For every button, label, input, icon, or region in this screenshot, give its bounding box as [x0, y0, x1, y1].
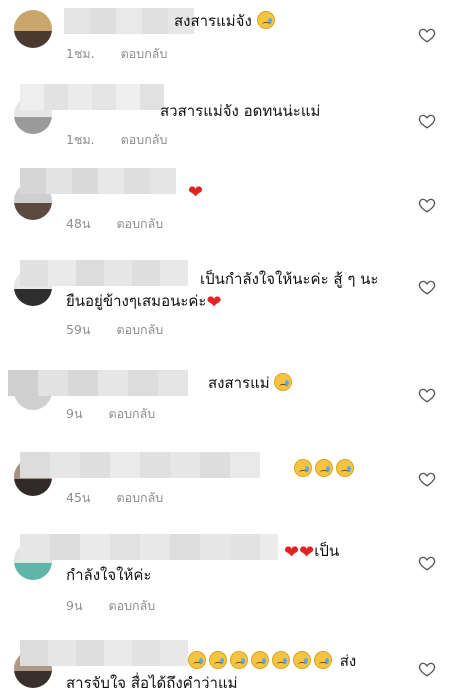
reply-button[interactable]: ตอบกลับ: [116, 322, 163, 337]
crying-face-icon: [336, 459, 354, 477]
reply-button[interactable]: ตอบกลับ: [116, 490, 163, 505]
blurred-username[interactable]: [20, 640, 188, 666]
comment-text: ❤: [188, 178, 203, 206]
comment-meta: 9น ตอบกลับ: [66, 404, 155, 424]
heart-outline-icon[interactable]: [418, 278, 436, 296]
comment-meta: 45น ตอบกลับ: [66, 488, 163, 508]
crying-face-icon: [188, 651, 206, 669]
blurred-username[interactable]: [20, 452, 260, 478]
crying-face-icon: [251, 651, 269, 669]
reply-button[interactable]: ตอบกลับ: [109, 406, 156, 421]
crying-face-icon: [209, 651, 227, 669]
crying-face-icon: [256, 11, 275, 29]
comment-text-line2: ยืนอยู่ข้างๆเสมอนะค่ะ❤: [66, 292, 222, 313]
crying-face-icon: [294, 459, 312, 477]
red-heart-icon: ❤: [206, 292, 222, 313]
red-heart-icon: ❤: [188, 182, 204, 203]
comment-text: ❤❤เป็น: [284, 542, 340, 563]
timestamp: 9น: [66, 598, 83, 613]
red-heart-icon: ❤: [299, 542, 315, 563]
comment-text-line2: กำลังใจให้ค่ะ: [66, 566, 152, 584]
timestamp: 45น: [66, 490, 91, 505]
comment-text: สวสารแม่จัง อดทนน่ะแม่: [160, 102, 321, 120]
reply-button[interactable]: ตอบกลับ: [121, 132, 168, 147]
reply-button[interactable]: ตอบกลับ: [121, 46, 168, 61]
comment-meta: 48น ตอบกลับ: [66, 214, 163, 234]
heart-outline-icon[interactable]: [418, 554, 436, 572]
timestamp: 48น: [66, 216, 91, 231]
crying-face-icon: [293, 651, 311, 669]
comment-text: สงสารแม่จัง: [174, 8, 278, 34]
reply-button[interactable]: ตอบกลับ: [109, 598, 156, 613]
comment-meta: 9น ตอบกลับ: [66, 596, 155, 616]
crying-face-icon: [272, 651, 290, 669]
blurred-username[interactable]: [20, 168, 176, 194]
blurred-username[interactable]: [20, 260, 188, 286]
blurred-username[interactable]: [20, 84, 164, 110]
reply-button[interactable]: ตอบกลับ: [116, 216, 163, 231]
heart-outline-icon[interactable]: [418, 386, 436, 404]
timestamp: 1ชม.: [66, 132, 95, 147]
crying-face-icon: [274, 373, 293, 391]
comment-meta: 59น ตอบกลับ: [66, 320, 163, 340]
red-heart-icon: ❤: [284, 542, 300, 563]
crying-face-icon: [315, 459, 333, 477]
heart-outline-icon[interactable]: [418, 112, 436, 130]
crying-face-icon: [230, 651, 248, 669]
timestamp: 59น: [66, 322, 91, 337]
comment-text: [294, 456, 357, 482]
avatar[interactable]: [14, 10, 52, 48]
blurred-username[interactable]: [8, 370, 188, 396]
comment-text: เป็นกำลังใจให้นะค่ะ สู้ ๆ นะ: [200, 270, 379, 288]
heart-outline-icon[interactable]: [418, 660, 436, 678]
crying-face-icon: [314, 651, 332, 669]
heart-outline-icon[interactable]: [418, 196, 436, 214]
timestamp: 1ชม.: [66, 46, 95, 61]
heart-outline-icon[interactable]: [418, 26, 436, 44]
comment-meta: 1ชม. ตอบกลับ: [66, 130, 167, 150]
heart-outline-icon[interactable]: [418, 470, 436, 488]
timestamp: 9น: [66, 406, 83, 421]
comment-text-line2: สารจับใจ สื่อได้ถึงคำว่าแม่: [66, 674, 238, 692]
comment-meta: 1ชม. ตอบกลับ: [66, 44, 167, 64]
blurred-username[interactable]: [20, 534, 278, 560]
comment-text: สงสารแม่: [208, 370, 295, 396]
